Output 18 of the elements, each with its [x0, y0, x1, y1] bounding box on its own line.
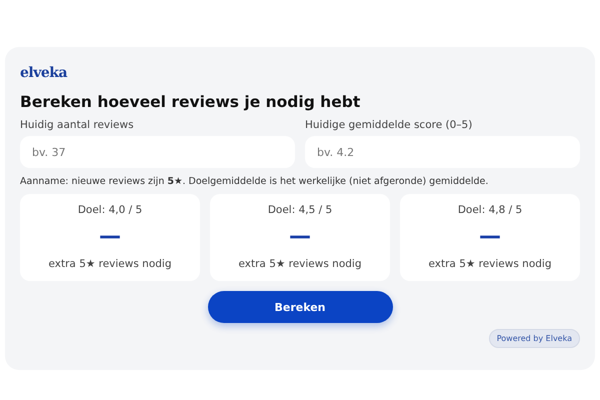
target-caption: extra 5★ reviews nodig [238, 258, 362, 270]
field-label: Huidige gemiddelde score (0–5) [305, 119, 472, 131]
result-value: — [479, 226, 501, 248]
target-caption: extra 5★ reviews nodig [428, 258, 552, 270]
input-field[interactable]: bv. 4.2 [305, 136, 580, 168]
field-label: Huidig aantal reviews [20, 119, 134, 131]
powered-by-badge[interactable]: Powered by Elveka [488, 329, 580, 348]
target-title: Doel: 4,5 / 5 [268, 204, 332, 216]
assumption-note: Aanname: nieuwe reviews zijn 5★. Doelgemiddelde is het werkelijke (niet afgeronde) gemiddelde. [20, 176, 488, 187]
logo: elveka [20, 65, 68, 81]
calculate-button[interactable]: Bereken [208, 291, 392, 323]
target-title: Doel: 4,8 / 5 [458, 204, 522, 216]
target-caption: extra 5★ reviews nodig [48, 258, 172, 270]
heading: Bereken hoeveel reviews je nodig hebt [20, 93, 360, 111]
input-field[interactable]: bv. 37 [20, 136, 295, 168]
result-value: — [289, 226, 311, 248]
result-value: — [99, 226, 121, 248]
target-title: Doel: 4,0 / 5 [78, 204, 142, 216]
